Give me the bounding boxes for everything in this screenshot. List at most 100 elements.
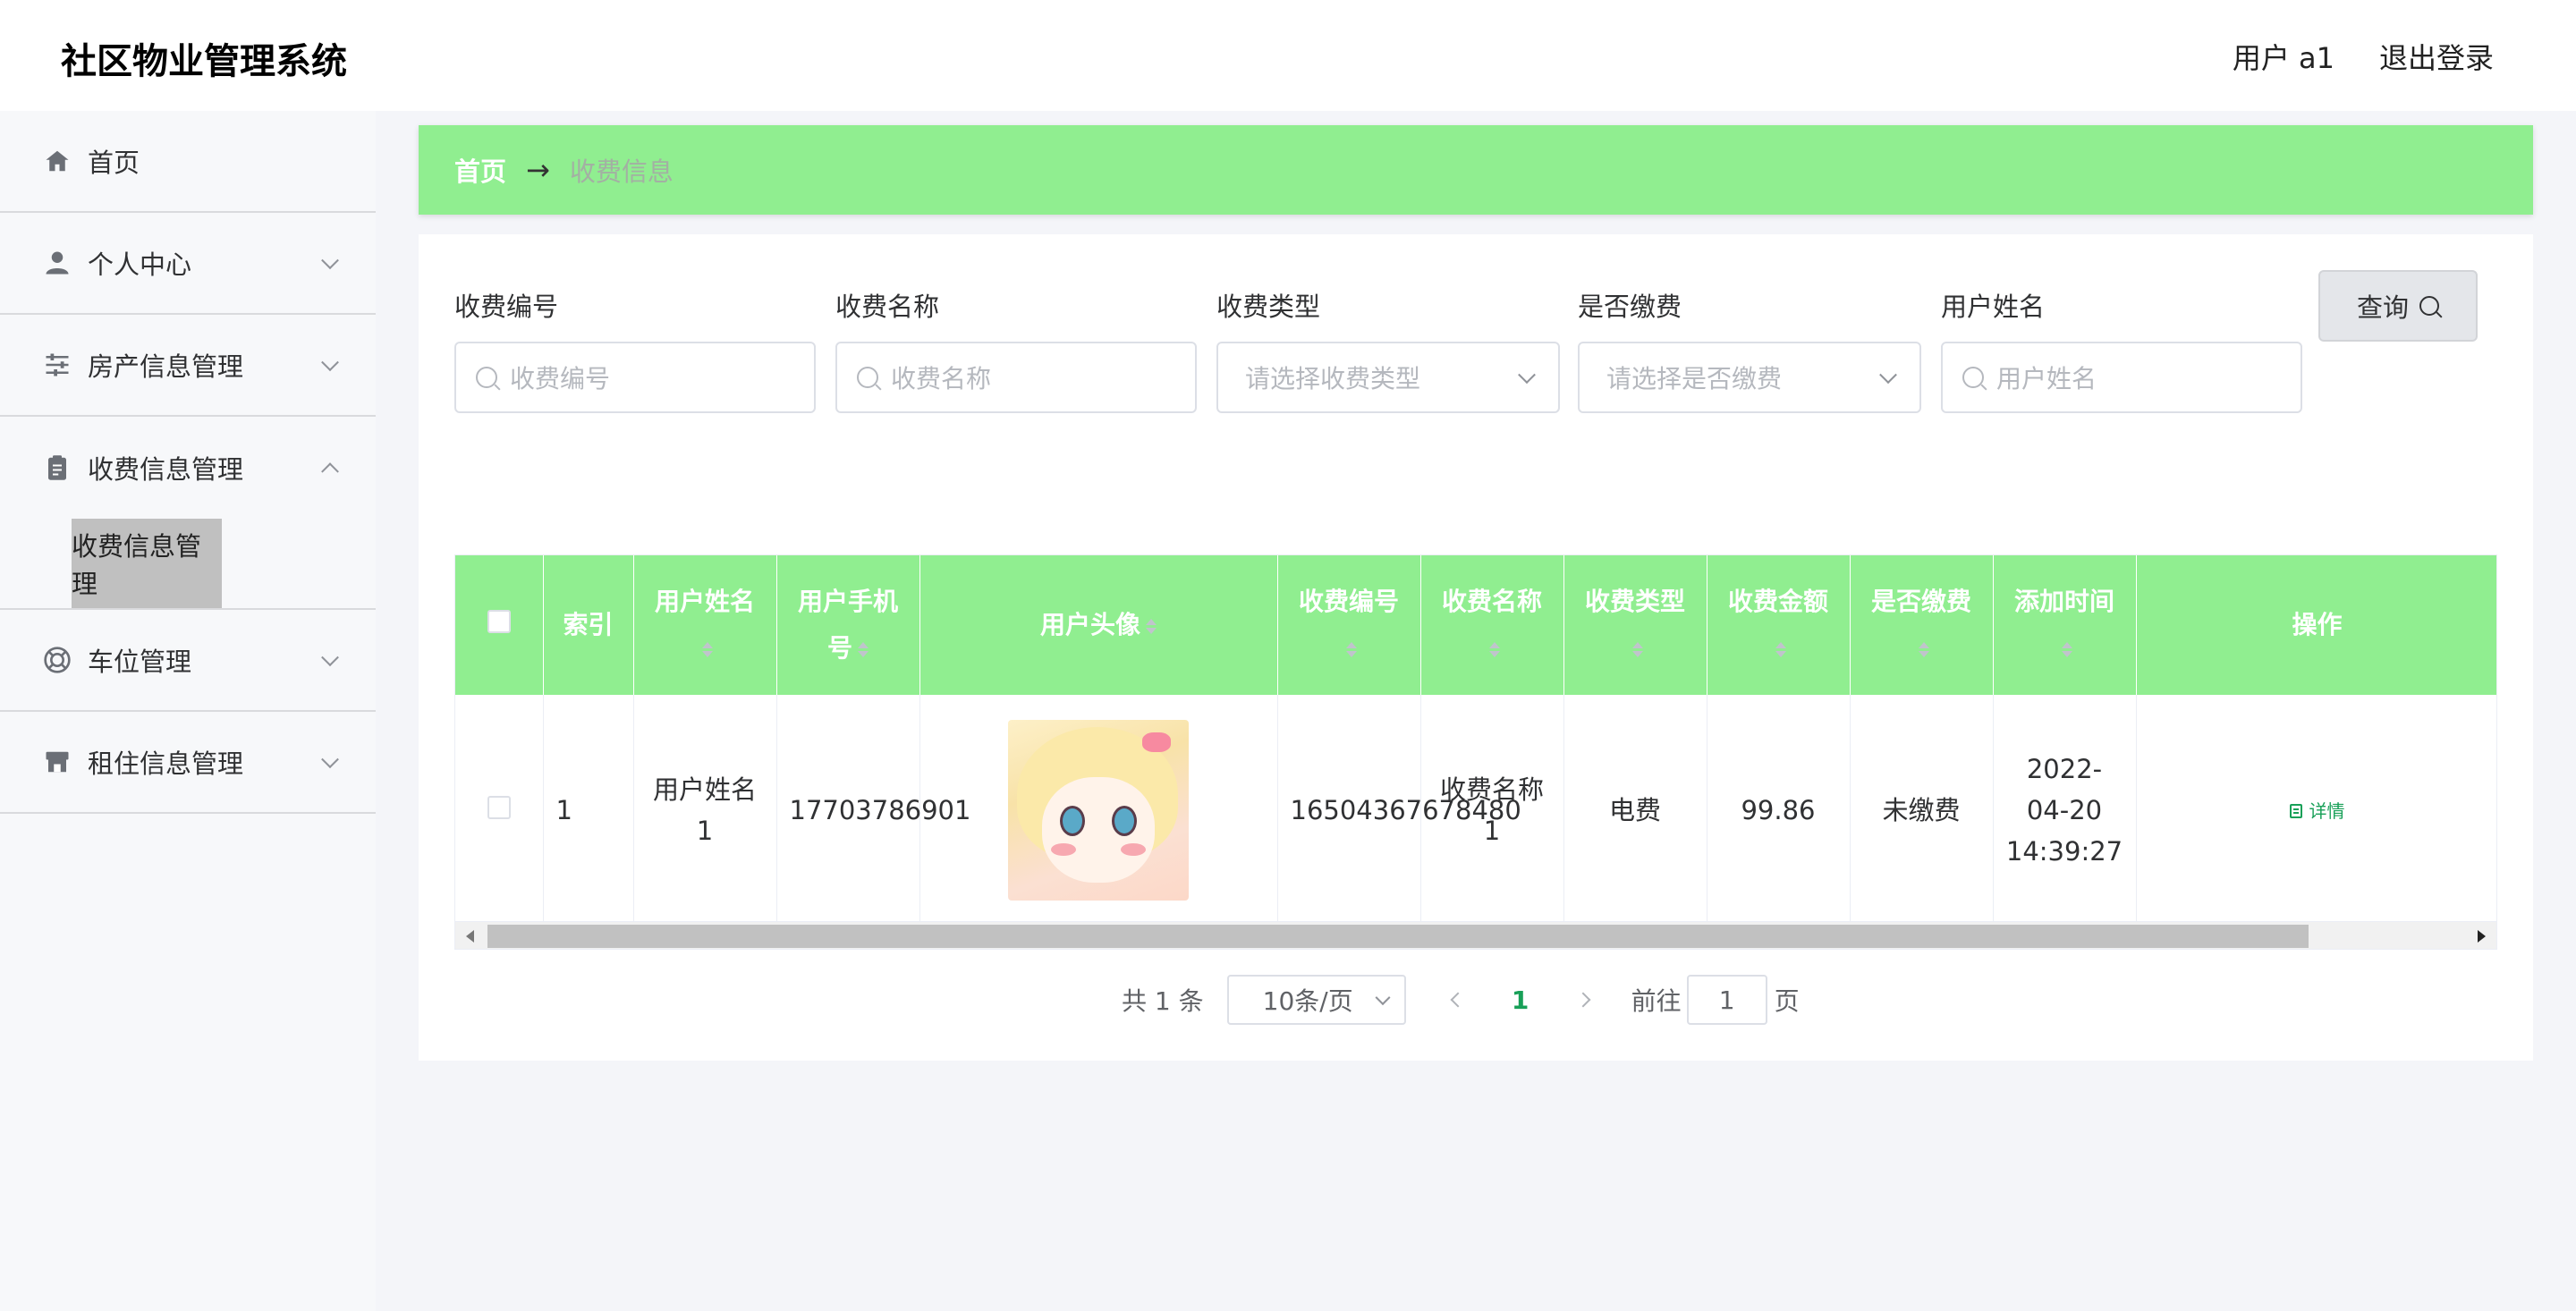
user-icon [43, 249, 72, 277]
prev-page-button[interactable] [1433, 975, 1483, 1025]
header-paid[interactable]: 是否缴费 [1850, 555, 1994, 695]
cell-phone: 17703786901 [776, 695, 970, 926]
shop-icon [43, 748, 72, 776]
cell-avatar [919, 695, 1278, 926]
sidebar-item-fee[interactable]: 收费信息管理 [0, 417, 376, 519]
chevron-down-icon [1375, 990, 1391, 1006]
cell-amount: 99.86 [1707, 695, 1851, 926]
cell-index: 1 [543, 695, 634, 926]
chevron-down-icon [321, 353, 339, 372]
page-size-select[interactable]: 10条/页 [1226, 975, 1406, 1025]
sidebar-item-personal-center[interactable]: 个人中心 [0, 213, 376, 315]
header-user-name[interactable]: 用户姓名 [633, 555, 777, 695]
fee-no-input[interactable]: 收费编号 [454, 342, 816, 413]
sidebar-item-label: 个人中心 [88, 250, 192, 280]
user-avatar-image [1008, 719, 1189, 901]
sort-icon[interactable] [1919, 641, 1929, 657]
sidebar-item-home[interactable]: 首页 [0, 111, 376, 213]
select-all-checkbox[interactable] [487, 610, 511, 633]
sort-icon[interactable] [858, 641, 869, 657]
page-suffix: 页 [1774, 986, 1800, 1016]
search-field-user-name: 用户姓名 用户姓名 [1941, 286, 2302, 413]
fee-type-select[interactable]: 请选择收费类型 [1216, 342, 1560, 413]
header-fee-name[interactable]: 收费名称 [1420, 555, 1564, 695]
breadcrumb-home[interactable]: 首页 [454, 151, 506, 189]
header-amount[interactable]: 收费金额 [1707, 555, 1851, 695]
detail-button[interactable]: 详情 [2289, 791, 2345, 832]
search-field-fee-name: 收费名称 收费名称 [835, 286, 1197, 413]
header-time[interactable]: 添加时间 [1993, 555, 2137, 695]
sort-icon[interactable] [2062, 641, 2072, 657]
search-form: 收费编号 收费编号 收费名称 收费名称 收费类型 请选择收费类型 是否缴费 请选… [454, 286, 2512, 429]
content-card: 收费编号 收费编号 收费名称 收费名称 收费类型 请选择收费类型 是否缴费 请选… [419, 234, 2533, 1061]
chevron-left-icon [1450, 992, 1466, 1008]
sidebar-item-label: 租住信息管理 [88, 749, 244, 779]
paid-select[interactable]: 请选择是否缴费 [1578, 342, 1921, 413]
home-icon [43, 147, 72, 175]
field-label: 用户姓名 [1941, 292, 2046, 322]
fee-name-input[interactable]: 收费名称 [835, 342, 1197, 413]
document-icon [2289, 803, 2302, 818]
cell-fee-no: 16504367678480 [1277, 695, 1521, 926]
header-select-all[interactable] [455, 555, 544, 695]
search-icon [2419, 296, 2439, 316]
sort-icon[interactable] [1489, 641, 1500, 657]
sidebar-item-property[interactable]: 房产信息管理 [0, 315, 376, 417]
breadcrumb: 首页 → 收费信息 [419, 125, 2533, 215]
user-name-input[interactable]: 用户姓名 [1941, 342, 2302, 413]
sort-icon[interactable] [1146, 618, 1157, 634]
header-index: 索引 [543, 555, 634, 695]
scrollbar-thumb[interactable] [487, 925, 2309, 948]
header-avatar[interactable]: 用户头像 [919, 555, 1278, 695]
chevron-down-icon [321, 750, 339, 769]
header-action: 操作 [2136, 555, 2496, 695]
submenu-item-fee-info[interactable]: 收费信息管理 [72, 519, 222, 608]
chevron-down-icon [321, 251, 339, 270]
pagination-total: 共 1 条 [1122, 986, 1204, 1016]
arrow-right-icon: → [526, 153, 550, 187]
header-fee-type[interactable]: 收费类型 [1563, 555, 1707, 695]
sort-icon[interactable] [1346, 641, 1357, 657]
sidebar-item-label: 收费信息管理 [88, 454, 244, 485]
sort-icon[interactable] [1632, 641, 1643, 657]
cell-time: 2022-04-20 14:39:27 [1993, 695, 2137, 926]
cell-paid: 未缴费 [1850, 695, 1994, 926]
clipboard-icon [43, 453, 72, 482]
cell-fee-type: 电费 [1563, 695, 1707, 926]
goto-page-input[interactable]: 1 [1686, 975, 1767, 1025]
query-button[interactable]: 查询 [2318, 270, 2478, 342]
chevron-down-icon [1518, 366, 1536, 385]
sort-icon[interactable] [1775, 641, 1786, 657]
fee-table: 索引 用户姓名 用户手机号 用户头像 收费编号 收费名称 收费类型 收费金额 是… [454, 554, 2497, 948]
chevron-right-icon [1575, 992, 1591, 1008]
sidebar-item-label: 车位管理 [88, 647, 192, 677]
search-icon [476, 367, 497, 388]
sidebar-item-parking[interactable]: 车位管理 [0, 610, 376, 712]
logout-button[interactable]: 退出登录 [2379, 36, 2494, 77]
field-label: 收费编号 [454, 292, 559, 322]
page-number-current[interactable]: 1 [1496, 985, 1546, 1015]
goto-label: 前往 [1631, 986, 1682, 1016]
row-checkbox[interactable] [487, 795, 511, 819]
sidebar-group-fee: 收费信息管理 收费信息管理 [0, 417, 376, 610]
search-field-paid: 是否缴费 请选择是否缴费 [1578, 286, 1921, 413]
query-button-label: 查询 [2356, 292, 2409, 323]
sort-icon[interactable] [702, 641, 713, 657]
sidebar: 首页 个人中心 房产信息管理 收费信息管理 收费信息管理 车位管理 租住信息管理 [0, 111, 376, 1311]
header-fee-no[interactable]: 收费编号 [1277, 555, 1421, 695]
placeholder: 请选择收费类型 [1245, 364, 1421, 393]
placeholder: 用户姓名 [1996, 364, 2097, 393]
sidebar-item-label: 房产信息管理 [88, 351, 244, 382]
table-header-row: 索引 用户姓名 用户手机号 用户头像 收费编号 收费名称 收费类型 收费金额 是… [455, 555, 2496, 695]
app-title: 社区物业管理系统 [61, 41, 347, 82]
cell-action: 详情 [2136, 695, 2496, 926]
top-header: 社区物业管理系统 用户 a1 退出登录 [0, 0, 2576, 111]
scroll-left-icon[interactable] [466, 930, 474, 943]
header-phone[interactable]: 用户手机号 [776, 555, 920, 695]
placeholder: 收费编号 [510, 364, 611, 393]
next-page-button[interactable] [1558, 975, 1608, 1025]
scroll-right-icon[interactable] [2478, 930, 2486, 943]
table-row: 1 用户姓名1 17703786901 16504367678480 收费名称1… [455, 695, 2496, 926]
horizontal-scrollbar[interactable] [454, 921, 2497, 950]
sidebar-item-rental[interactable]: 租住信息管理 [0, 712, 376, 814]
